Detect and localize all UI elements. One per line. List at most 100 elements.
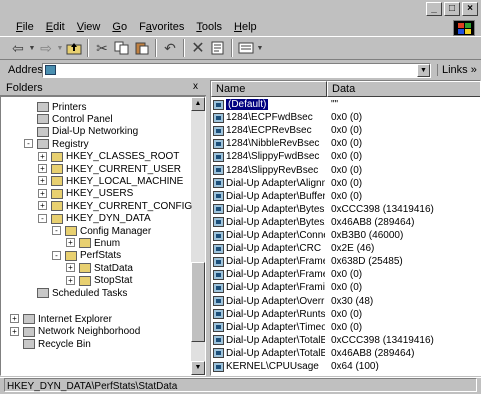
folder-tree: ▲ ▼ Printers Control Panel Dial-Up Network…: [0, 96, 206, 376]
forward-arrow-icon[interactable]: ⇨: [36, 39, 56, 57]
expand-icon[interactable]: +: [38, 188, 47, 198]
row-name-cell: 1284\NibbleRevBsec: [213, 138, 325, 149]
list-row[interactable]: Dial-Up Adapter\Timeout 0x0 (0): [211, 322, 480, 335]
back-dropdown-icon[interactable]: ▼: [28, 39, 36, 57]
tree-node[interactable]: HKEY_DYN_DATA: [51, 213, 151, 225]
address-dropdown-button[interactable]: ▼: [417, 63, 430, 77]
tree-node-label: HKEY_CURRENT_USER: [66, 163, 182, 175]
paste-icon[interactable]: [132, 39, 152, 57]
links-button[interactable]: Links »: [437, 64, 477, 76]
minimize-button[interactable]: _: [426, 2, 442, 16]
list-row[interactable]: Dial-Up Adapter\Connec... 0xB3B0 (46000): [211, 230, 480, 243]
menu-file[interactable]: File: [16, 21, 34, 33]
menu-tools[interactable]: Tools: [196, 21, 222, 33]
title-bar[interactable]: _ □ ×: [0, 0, 481, 18]
list-row[interactable]: Dial-Up Adapter\CRC 0x2E (46): [211, 243, 480, 256]
list-row[interactable]: 1284\SlippyRevBsec 0x0 (0): [211, 165, 480, 178]
scroll-up-button[interactable]: ▲: [191, 97, 205, 111]
list-row[interactable]: KERNEL\CPUUsage 0x64 (100): [211, 361, 480, 374]
expand-icon[interactable]: +: [38, 176, 47, 186]
up-folder-icon[interactable]: [64, 39, 84, 57]
list-row[interactable]: Dial-Up Adapter\TotalByt... 0xCCC398 (134…: [211, 335, 480, 348]
tree-node[interactable]: Network Neighborhood: [23, 326, 140, 338]
expand-icon[interactable]: +: [38, 201, 47, 211]
list-row[interactable]: 1284\ECPRevBsec 0x0 (0): [211, 125, 480, 138]
tree-node[interactable]: HKEY_CURRENT_CONFIG: [51, 200, 192, 212]
forward-dropdown-icon[interactable]: ▼: [56, 39, 64, 57]
expand-icon[interactable]: +: [66, 238, 75, 248]
list-row[interactable]: Dial-Up Adapter\Runts 0x0 (0): [211, 309, 480, 322]
expand-icon[interactable]: +: [66, 263, 75, 273]
list-row[interactable]: Dial-Up Adapter\Frames... 0x0 (0): [211, 269, 480, 282]
tree-node[interactable]: Config Manager: [65, 225, 151, 237]
expand-icon[interactable]: +: [38, 151, 47, 161]
column-header-data[interactable]: Data: [327, 81, 480, 97]
menu-view[interactable]: View: [77, 21, 101, 33]
list-row[interactable]: Dial-Up Adapter\Alignment 0x0 (0): [211, 178, 480, 191]
menu-help[interactable]: Help: [234, 21, 257, 33]
expand-icon[interactable]: +: [10, 326, 19, 336]
row-name: 1284\ECPRevBsec: [226, 125, 312, 137]
tree-node[interactable]: StatData: [79, 262, 133, 274]
tree-node[interactable]: Enum: [79, 237, 120, 249]
scroll-down-button[interactable]: ▼: [191, 361, 205, 375]
tree-node[interactable]: HKEY_LOCAL_MACHINE: [51, 175, 183, 187]
collapse-icon[interactable]: -: [52, 250, 61, 260]
list-row[interactable]: Dial-Up Adapter\Frames... 0x638D (25485): [211, 256, 480, 269]
delete-x-icon[interactable]: ✕: [188, 39, 208, 57]
tree-node[interactable]: HKEY_CLASSES_ROOT: [51, 151, 179, 163]
list-row[interactable]: Dial-Up Adapter\TotalByt... 0x46AB8 (2894…: [211, 348, 480, 361]
views-icon[interactable]: [236, 39, 256, 57]
tree-node[interactable]: Internet Explorer: [23, 313, 112, 325]
toolbar-separator: [231, 39, 233, 57]
list-row[interactable]: (Default) "": [211, 99, 480, 112]
collapse-icon[interactable]: -: [38, 213, 47, 223]
row-name-cell: KERNEL\CPUUsage: [213, 361, 325, 372]
maximize-button[interactable]: □: [444, 2, 460, 16]
item-icon: [23, 339, 35, 350]
close-pane-icon[interactable]: x: [193, 81, 198, 92]
tree-node[interactable]: HKEY_CURRENT_USER: [51, 163, 181, 175]
list-row[interactable]: Dial-Up Adapter\Framing 0x0 (0): [211, 282, 480, 295]
undo-icon[interactable]: ↶: [160, 39, 180, 57]
list-row[interactable]: Dial-Up Adapter\BytesR... 0xCCC398 (13419…: [211, 203, 480, 217]
tree-node[interactable]: HKEY_USERS: [51, 188, 133, 200]
binary-value-icon: [213, 322, 224, 333]
tree-scrollbar[interactable]: ▲ ▼: [191, 97, 205, 375]
tree-node[interactable]: PerfStats: [65, 250, 121, 262]
expand-icon[interactable]: +: [66, 275, 75, 285]
column-header-name[interactable]: Name: [211, 81, 327, 97]
tree-node[interactable]: Control Panel: [37, 113, 113, 125]
tree-node[interactable]: StopStat: [79, 275, 132, 287]
menu-edit[interactable]: Edit: [46, 21, 65, 33]
list-row[interactable]: 1284\SlippyFwdBsec 0x0 (0): [211, 151, 480, 164]
list-row[interactable]: Dial-Up Adapter\BytesXmit 0x46AB8 (289464…: [211, 217, 480, 230]
list-row[interactable]: 1284\NibbleRevBsec 0x0 (0): [211, 138, 480, 151]
tree-node[interactable]: Registry: [37, 138, 89, 150]
copy-icon[interactable]: [112, 39, 132, 57]
folder-icon: [51, 188, 63, 199]
tree-node[interactable]: Printers: [37, 101, 86, 113]
tree-node[interactable]: Dial-Up Networking: [37, 126, 138, 138]
row-name: Dial-Up Adapter\BytesR...: [226, 203, 325, 215]
address-input[interactable]: ▼: [42, 62, 431, 78]
tree-node[interactable]: Recycle Bin: [23, 338, 91, 350]
close-button[interactable]: ×: [462, 2, 478, 16]
scroll-thumb[interactable]: [191, 262, 205, 342]
views-dropdown-icon[interactable]: ▼: [256, 39, 264, 57]
tree-node[interactable]: Scheduled Tasks: [37, 287, 127, 299]
collapse-icon[interactable]: -: [52, 226, 61, 235]
menu-favorites[interactable]: Favorites: [139, 21, 184, 33]
collapse-icon[interactable]: -: [24, 139, 33, 149]
list-row[interactable]: 1284\ECPFwdBsec 0x0 (0): [211, 112, 480, 125]
row-data: 0x30 (48): [331, 295, 374, 307]
list-row[interactable]: Dial-Up Adapter\Overrun 0x30 (48): [211, 295, 480, 309]
binary-value-icon: [213, 151, 224, 162]
expand-icon[interactable]: +: [10, 314, 19, 324]
properties-icon[interactable]: [208, 39, 228, 57]
menu-go[interactable]: Go: [112, 21, 127, 33]
expand-icon[interactable]: +: [38, 164, 47, 173]
back-arrow-icon[interactable]: ⇦: [8, 39, 28, 57]
list-row[interactable]: Dial-Up Adapter\Buffer 0x0 (0): [211, 191, 480, 204]
scissors-icon[interactable]: ✂: [92, 39, 112, 57]
